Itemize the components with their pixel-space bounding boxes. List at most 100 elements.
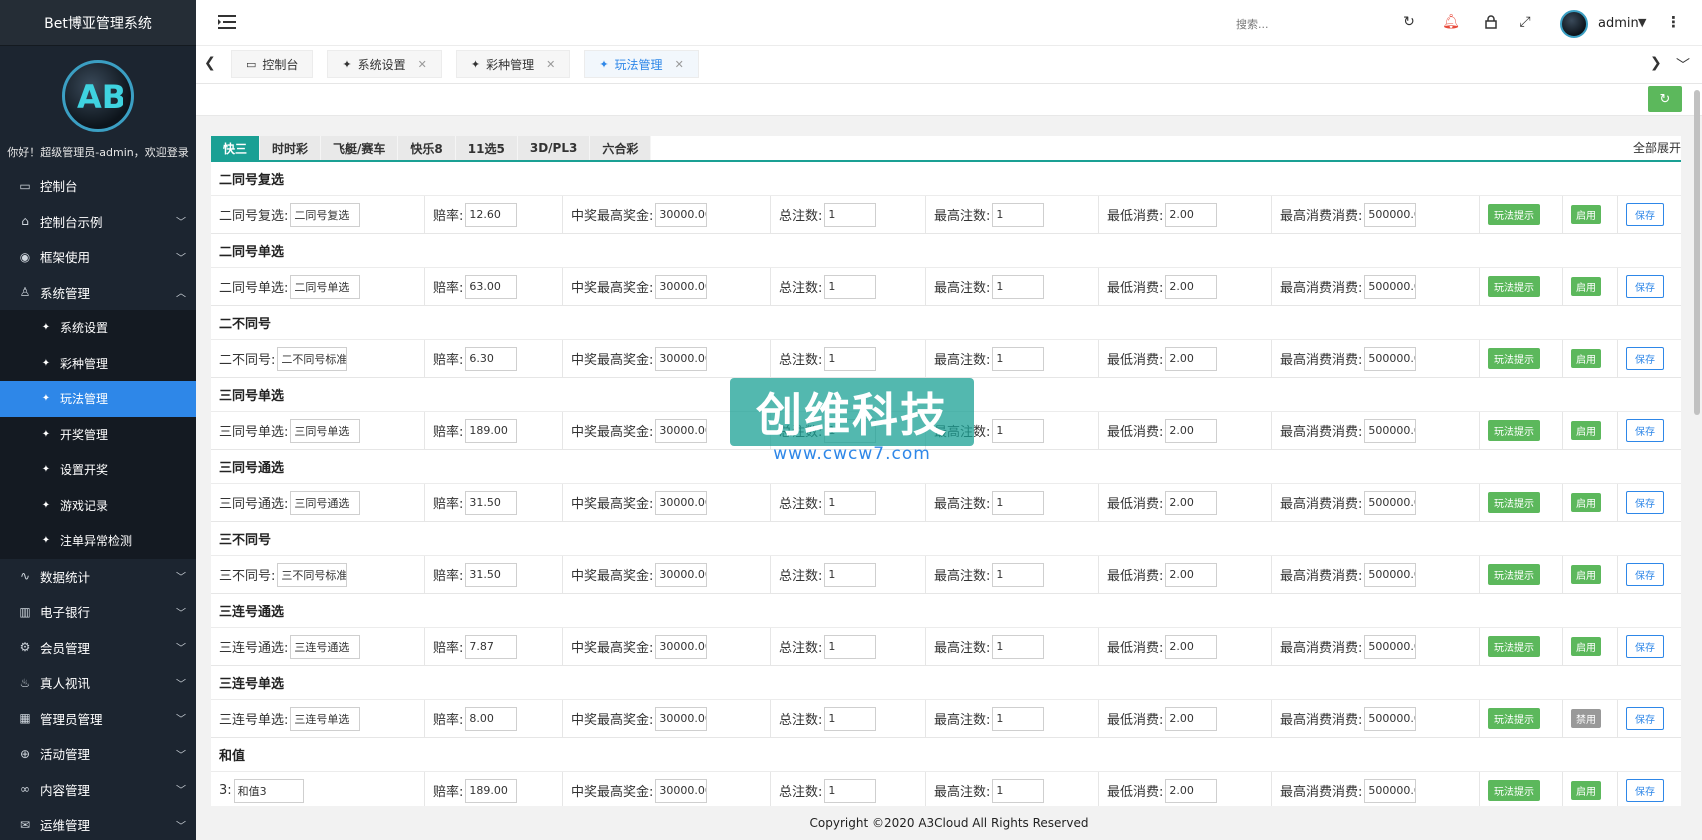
sidebar-item-live-video[interactable]: ♨ 真人视讯 ﹀: [0, 665, 196, 701]
max-prize-field[interactable]: [655, 634, 708, 659]
odds-field[interactable]: [465, 418, 518, 443]
fullscreen-icon[interactable]: ⤢: [1516, 13, 1534, 31]
odds-field[interactable]: [465, 346, 518, 371]
max-spend-field[interactable]: [1364, 346, 1417, 371]
save-button[interactable]: 保存: [1626, 347, 1664, 370]
sidebar-item-system[interactable]: ♙ 系统管理 ︿: [0, 275, 196, 311]
lock-icon[interactable]: [1482, 13, 1500, 31]
sidebar-item-play-management[interactable]: ✦ 玩法管理: [0, 381, 196, 417]
sidebar-item-system-settings[interactable]: ✦ 系统设置: [0, 310, 196, 346]
status-badge[interactable]: 禁用: [1571, 709, 1601, 728]
search-input[interactable]: 搜索...: [1236, 16, 1269, 32]
max-bets-field[interactable]: [992, 706, 1045, 731]
status-badge[interactable]: 启用: [1571, 421, 1601, 440]
tab-play-management[interactable]: ✦ 玩法管理 ✕: [584, 50, 699, 78]
chevron-right-icon[interactable]: ❯: [1650, 55, 1662, 71]
save-button[interactable]: 保存: [1626, 707, 1664, 730]
status-badge[interactable]: 启用: [1571, 277, 1601, 296]
max-spend-field[interactable]: [1364, 634, 1417, 659]
odds-field[interactable]: [465, 202, 518, 227]
min-spend-field[interactable]: [1165, 346, 1218, 371]
max-bets-field[interactable]: [992, 274, 1045, 299]
total-bets-field[interactable]: [824, 274, 877, 299]
max-prize-field[interactable]: [655, 562, 708, 587]
sidebar-item-statistics[interactable]: ∿ 数据统计 ﹀: [0, 559, 196, 595]
name-field[interactable]: [290, 490, 361, 515]
play-tip-button[interactable]: 玩法提示: [1488, 204, 1540, 225]
min-spend-field[interactable]: [1165, 562, 1218, 587]
status-badge[interactable]: 启用: [1571, 565, 1601, 584]
max-spend-field[interactable]: [1364, 706, 1417, 731]
max-bets-field[interactable]: [992, 490, 1045, 515]
close-icon[interactable]: ✕: [546, 58, 555, 71]
status-badge[interactable]: 启用: [1571, 493, 1601, 512]
name-field[interactable]: [277, 346, 348, 371]
name-field[interactable]: [290, 634, 361, 659]
odds-field[interactable]: [465, 778, 518, 803]
max-spend-field[interactable]: [1364, 778, 1417, 803]
max-prize-field[interactable]: [655, 202, 708, 227]
max-bets-field[interactable]: [992, 346, 1045, 371]
save-button[interactable]: 保存: [1626, 203, 1664, 226]
sidebar-item-members[interactable]: ⚙ 会员管理 ﹀: [0, 630, 196, 666]
total-bets-field[interactable]: [824, 490, 877, 515]
min-spend-field[interactable]: [1165, 778, 1218, 803]
status-badge[interactable]: 启用: [1571, 637, 1601, 656]
expand-all-link[interactable]: 全部展开: [1633, 139, 1681, 156]
max-spend-field[interactable]: [1364, 274, 1417, 299]
odds-field[interactable]: [465, 634, 518, 659]
odds-field[interactable]: [465, 706, 518, 731]
max-spend-field[interactable]: [1364, 562, 1417, 587]
total-bets-field[interactable]: [824, 778, 877, 803]
tab-pk10[interactable]: 飞艇/赛车: [321, 136, 399, 160]
odds-field[interactable]: [465, 274, 518, 299]
play-tip-button[interactable]: 玩法提示: [1488, 276, 1540, 297]
tab-k3[interactable]: 快三: [211, 136, 261, 160]
tab-3d[interactable]: 3D/PL3: [517, 136, 591, 160]
sidebar-item-draw-management[interactable]: ✦ 开奖管理: [0, 417, 196, 453]
sidebar-item-dashboard[interactable]: ▭ 控制台: [0, 168, 196, 204]
total-bets-field[interactable]: [824, 706, 877, 731]
save-button[interactable]: 保存: [1626, 491, 1664, 514]
play-tip-button[interactable]: 玩法提示: [1488, 348, 1540, 369]
status-badge[interactable]: 启用: [1571, 349, 1601, 368]
tab-lhc[interactable]: 六合彩: [590, 136, 652, 160]
max-bets-field[interactable]: [992, 778, 1045, 803]
sidebar-item-lottery-types[interactable]: ✦ 彩种管理: [0, 346, 196, 382]
max-bets-field[interactable]: [992, 202, 1045, 227]
play-tip-button[interactable]: 玩法提示: [1488, 492, 1540, 513]
scrollbar[interactable]: [1694, 90, 1700, 415]
tab-lottery-types[interactable]: ✦ 彩种管理 ✕: [455, 50, 571, 78]
min-spend-field[interactable]: [1165, 490, 1218, 515]
max-bets-field[interactable]: [992, 634, 1045, 659]
min-spend-field[interactable]: [1165, 202, 1218, 227]
sidebar-item-content[interactable]: ∞ 内容管理 ﹀: [0, 772, 196, 808]
user-name[interactable]: admin: [1598, 16, 1639, 31]
tab-11x5[interactable]: 11选5: [455, 136, 518, 160]
sidebar-item-admins[interactable]: ▦ 管理员管理 ﹀: [0, 701, 196, 737]
max-bets-field[interactable]: [992, 418, 1045, 443]
name-field[interactable]: [290, 706, 361, 731]
play-tip-button[interactable]: 玩法提示: [1488, 708, 1540, 729]
tab-kl8[interactable]: 快乐8: [398, 136, 456, 160]
sidebar-item-bet-anomaly[interactable]: ✦ 注单异常检测: [0, 523, 196, 559]
admin-avatar[interactable]: AB: [62, 60, 134, 132]
sidebar-item-set-draw[interactable]: ✦ 设置开奖: [0, 452, 196, 488]
caret-down-icon[interactable]: ▼: [1638, 16, 1646, 29]
more-icon[interactable]: ⋮: [1666, 13, 1681, 31]
save-button[interactable]: 保存: [1626, 779, 1664, 802]
save-button[interactable]: 保存: [1626, 563, 1664, 586]
max-prize-field[interactable]: [655, 274, 708, 299]
max-prize-field[interactable]: [655, 346, 708, 371]
name-field[interactable]: [290, 418, 361, 443]
close-icon[interactable]: ✕: [675, 58, 684, 71]
min-spend-field[interactable]: [1165, 706, 1218, 731]
tab-ssc[interactable]: 时时彩: [260, 136, 322, 160]
sidebar-item-ebank[interactable]: ▥ 电子银行 ﹀: [0, 594, 196, 630]
play-tip-button[interactable]: 玩法提示: [1488, 636, 1540, 657]
save-button[interactable]: 保存: [1626, 635, 1664, 658]
max-bets-field[interactable]: [992, 562, 1045, 587]
tab-system-settings[interactable]: ✦ 系统设置 ✕: [327, 50, 442, 78]
play-tip-button[interactable]: 玩法提示: [1488, 780, 1540, 801]
avatar[interactable]: [1560, 10, 1588, 38]
